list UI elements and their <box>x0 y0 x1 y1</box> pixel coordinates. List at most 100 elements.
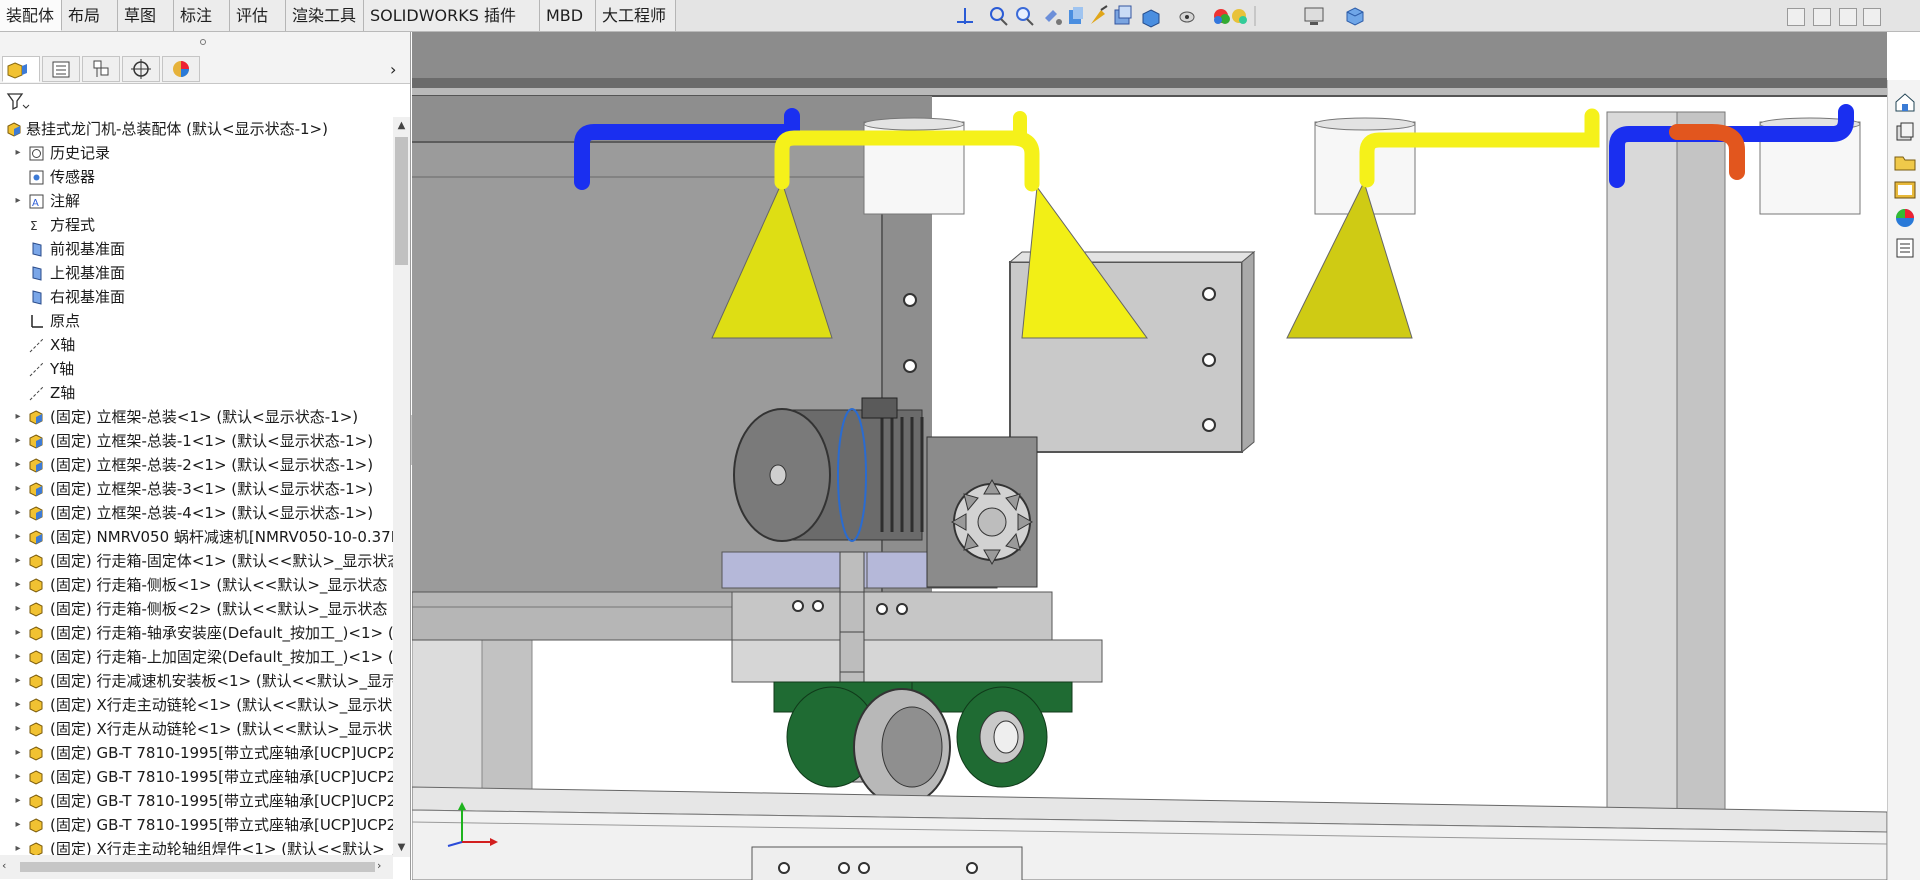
expand-arrow-icon[interactable]: ▸ <box>12 405 24 429</box>
scrollbar-thumb[interactable] <box>395 137 408 265</box>
collapse-panel-icon[interactable] <box>200 39 206 45</box>
scroll-left-icon[interactable]: ‹ <box>2 859 16 875</box>
propertymanager-tab-icon[interactable] <box>42 56 80 82</box>
tree-item[interactable]: ▸ (固定) 立框架-总装-1<1> (默认<显示状态-1>) <box>0 429 393 453</box>
tree-item[interactable]: ▸ (固定) 行走箱-轴承安装座(Default_按加工_)<1> ( <box>0 621 393 645</box>
zoom-area-icon[interactable] <box>1016 7 1034 26</box>
expand-arrow-icon[interactable]: ▸ <box>12 597 24 621</box>
expand-arrow-icon[interactable]: ▸ <box>12 525 24 549</box>
chevron-right-icon[interactable]: › <box>390 60 406 79</box>
expand-arrow-icon[interactable]: ▸ <box>12 765 24 789</box>
expand-arrow-icon[interactable]: ▸ <box>12 477 24 501</box>
apply-scene-icon[interactable] <box>1232 9 1247 24</box>
tree-item[interactable]: ▸ (固定) GB-T 7810-1995[带立式座轴承[UCP]UCP20 <box>0 765 393 789</box>
displaymanager-tab-icon[interactable] <box>162 56 200 82</box>
expand-arrow-icon[interactable]: ▸ <box>12 189 24 213</box>
tree-item[interactable]: ▸ (固定) GB-T 7810-1995[带立式座轴承[UCP]UCP20 <box>0 789 393 813</box>
expand-arrow-icon[interactable]: ▸ <box>12 453 24 477</box>
tree-vertical-scrollbar[interactable]: ▲ ▼ <box>393 117 410 857</box>
dimxpertmanager-tab-icon[interactable] <box>122 56 160 82</box>
tree-item[interactable]: 传感器 <box>0 165 393 189</box>
expand-arrow-icon[interactable]: ▸ <box>12 717 24 741</box>
display-style-icon[interactable] <box>1142 9 1160 28</box>
home-icon[interactable] <box>1893 90 1917 114</box>
tree-horizontal-scrollbar[interactable]: ‹ › <box>0 855 393 879</box>
tree-item[interactable]: ▸ (固定) NMRV050 蜗杆减速机[NMRV050-10-0.37K <box>0 525 393 549</box>
expand-arrow-icon[interactable]: ▸ <box>12 141 24 165</box>
expand-arrow-icon[interactable]: ▸ <box>12 741 24 765</box>
scroll-up-icon[interactable]: ▲ <box>393 117 410 134</box>
graphics-viewport[interactable] <box>412 32 1887 880</box>
tree-item[interactable]: ▸ (固定) GB-T 7810-1995[带立式座轴承[UCP]UCP20 <box>0 741 393 765</box>
tree-item[interactable]: Σ 方程式 <box>0 213 393 237</box>
ribbon-tab-6[interactable]: SOLIDWORKS 插件 <box>364 0 540 31</box>
expand-arrow-icon[interactable]: ▸ <box>12 789 24 813</box>
expand-arrow-icon[interactable]: ▸ <box>12 669 24 693</box>
isometric-cube-icon[interactable] <box>1346 7 1364 26</box>
ribbon-tab-3[interactable]: 标注 <box>174 0 230 31</box>
ribbon-tab-1[interactable]: 布局 <box>62 0 118 31</box>
tree-item[interactable]: 前视基准面 <box>0 237 393 261</box>
expand-arrow-icon[interactable]: ▸ <box>12 573 24 597</box>
section-view-icon[interactable] <box>1069 7 1083 24</box>
expand-arrow-icon[interactable]: ▸ <box>12 813 24 837</box>
tree-item[interactable]: ▸ (固定) X行走主动链轮<1> (默认<<默认>_显示状态 <box>0 693 393 717</box>
tree-root-assembly[interactable]: 悬挂式龙门机-总装配体 (默认<显示状态-1>) <box>0 117 393 141</box>
scroll-right-icon[interactable]: › <box>377 859 391 875</box>
tree-item[interactable]: 右视基准面 <box>0 285 393 309</box>
expand-arrow-icon[interactable]: ▸ <box>12 693 24 717</box>
tree-item[interactable]: ▸ (固定) 立框架-总装-4<1> (默认<显示状态-1>) <box>0 501 393 525</box>
tree-item[interactable]: ▸ (固定) GB-T 7810-1995[带立式座轴承[UCP]UCP20 <box>0 813 393 837</box>
ribbon-tab-0[interactable]: 装配体 <box>0 0 62 31</box>
featuremanager-tab-icon[interactable] <box>2 56 40 82</box>
close-window-icon[interactable] <box>1863 8 1881 26</box>
tree-item[interactable]: ▸ 历史记录 <box>0 141 393 165</box>
view-orientation-icon[interactable] <box>1114 5 1132 25</box>
assembly-3d-model[interactable] <box>412 32 1887 880</box>
expand-arrow-icon[interactable]: ▸ <box>12 645 24 669</box>
expand-arrow-icon[interactable]: ▸ <box>12 429 24 453</box>
zoom-to-fit-icon[interactable] <box>990 7 1008 26</box>
edit-appearance-icon[interactable] <box>1214 9 1230 24</box>
previous-view-icon[interactable] <box>1045 10 1062 25</box>
tree-item[interactable]: 原点 <box>0 309 393 333</box>
restore-down-icon[interactable] <box>1787 8 1805 26</box>
tree-item[interactable]: ▸ A 注解 <box>0 189 393 213</box>
tree-item[interactable]: ▸ (固定) 行走箱-上加固定梁(Default_按加工_)<1> ( <box>0 645 393 669</box>
tree-item[interactable]: X轴 <box>0 333 393 357</box>
design-library-icon[interactable] <box>1893 120 1917 144</box>
view-palette-icon[interactable] <box>1893 178 1917 202</box>
view-triad-icon[interactable] <box>957 8 973 24</box>
tree-item[interactable]: Z轴 <box>0 381 393 405</box>
ribbon-tab-2[interactable]: 草图 <box>118 0 174 31</box>
tree-item[interactable]: ▸ (固定) 立框架-总装-3<1> (默认<显示状态-1>) <box>0 477 393 501</box>
filter-icon[interactable] <box>6 91 30 111</box>
ribbon-tab-8[interactable]: 大工程师 <box>596 0 676 31</box>
hide-show-items-icon[interactable] <box>1179 11 1195 23</box>
maximize-window-icon[interactable] <box>1839 8 1857 26</box>
monitor-icon[interactable] <box>1304 7 1324 25</box>
tree-item[interactable]: ▸ (固定) 行走箱-侧板<1> (默认<<默认>_显示状态 1 <box>0 573 393 597</box>
tree-item[interactable]: ▸ (固定) 行走减速机安装板<1> (默认<<默认>_显示状 <box>0 669 393 693</box>
configurationmanager-tab-icon[interactable] <box>82 56 120 82</box>
tree-item[interactable]: ▸ (固定) 行走箱-固定体<1> (默认<<默认>_显示状态 <box>0 549 393 573</box>
tree-item[interactable]: ▸ (固定) X行走从动链轮<1> (默认<<默认>_显示状态 <box>0 717 393 741</box>
tree-item[interactable]: ▸ (固定) 立框架-总装<1> (默认<显示状态-1>) <box>0 405 393 429</box>
tree-item[interactable]: Y轴 <box>0 357 393 381</box>
expand-arrow-icon[interactable]: ▸ <box>12 501 24 525</box>
tree-item[interactable]: ▸ (固定) 行走箱-侧板<2> (默认<<默认>_显示状态 1 <box>0 597 393 621</box>
ribbon-tab-5[interactable]: 渲染工具 <box>286 0 364 31</box>
ribbon-tab-4[interactable]: 评估 <box>230 0 286 31</box>
file-explorer-icon[interactable] <box>1893 150 1917 174</box>
expand-arrow-icon[interactable]: ▸ <box>12 549 24 573</box>
expand-arrow-icon[interactable]: ▸ <box>12 621 24 645</box>
scrollbar-thumb-horizontal[interactable] <box>20 862 375 872</box>
ribbon-tab-7[interactable]: MBD <box>540 0 596 31</box>
scroll-down-icon[interactable]: ▼ <box>393 839 410 856</box>
tile-window-icon[interactable] <box>1813 8 1831 26</box>
tree-item[interactable]: ▸ (固定) 立框架-总装-2<1> (默认<显示状态-1>) <box>0 453 393 477</box>
appearances-icon[interactable] <box>1893 206 1917 230</box>
dynamic-annotation-icon[interactable] <box>1091 5 1108 24</box>
custom-properties-icon[interactable] <box>1893 236 1917 260</box>
tree-item[interactable]: 上视基准面 <box>0 261 393 285</box>
